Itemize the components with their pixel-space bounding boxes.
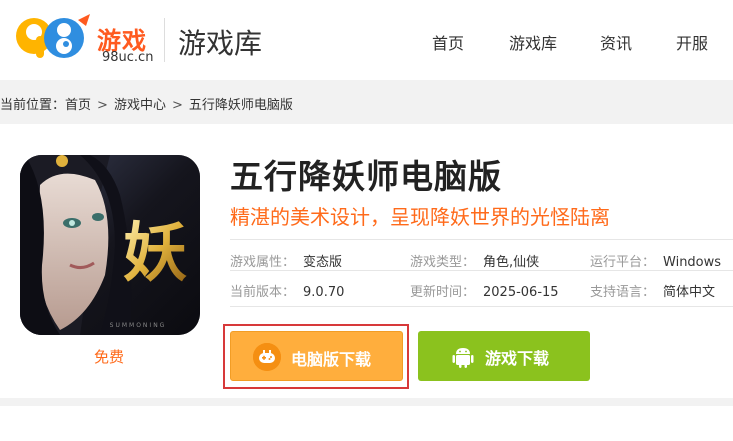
breadcrumb-separator: > bbox=[171, 98, 183, 113]
game-title: 五行降妖师电脑版 bbox=[230, 157, 502, 196]
breadcrumb-game-center[interactable]: 游戏中心 bbox=[114, 98, 166, 113]
game-icon: 妖 SUMMONING bbox=[20, 155, 200, 335]
next-section bbox=[0, 406, 733, 441]
meta-value: 9.0.70 bbox=[303, 285, 345, 300]
meta-value: 2025-06-15 bbox=[483, 285, 559, 300]
meta-key: 运行平台： bbox=[590, 255, 656, 270]
meta-version: 当前版本： 9.0.70 bbox=[230, 281, 344, 300]
breadcrumb-home[interactable]: 首页 bbox=[65, 98, 91, 113]
game-download-label: 游戏下载 bbox=[485, 349, 550, 368]
meta-key: 游戏类型： bbox=[410, 255, 476, 270]
meta-platform: 运行平台： Windows bbox=[590, 251, 721, 270]
android-icon bbox=[449, 342, 477, 370]
breadcrumb-prefix: 当前位置： bbox=[0, 98, 66, 113]
nav-news[interactable]: 资讯 bbox=[600, 30, 632, 54]
meta-genre: 游戏类型： 角色,仙侠 bbox=[410, 251, 539, 270]
meta-divider-bottom bbox=[230, 306, 733, 307]
nav-server-open[interactable]: 开服 bbox=[676, 30, 708, 54]
price-label: 免费 bbox=[94, 348, 125, 366]
logo-divider bbox=[164, 18, 165, 62]
meta-divider-top bbox=[230, 239, 733, 240]
site-logo[interactable]: 游戏 98uc.cn bbox=[12, 6, 154, 68]
breadcrumb-current: 五行降妖师电脑版 bbox=[188, 98, 293, 113]
game-slogan: 精湛的美术设计，呈现降妖世界的光怪陆离 bbox=[230, 205, 610, 229]
section-title: 游戏库 bbox=[178, 27, 263, 60]
meta-language: 支持语言： 简体中文 bbox=[590, 281, 715, 300]
selection-highlight bbox=[223, 324, 409, 389]
nav-home[interactable]: 首页 bbox=[432, 30, 464, 54]
breadcrumb: 当前位置：首页 > 游戏中心 > 五行降妖师电脑版 bbox=[0, 94, 293, 113]
meta-key: 游戏属性： bbox=[230, 255, 296, 270]
meta-value: Windows bbox=[663, 255, 722, 270]
meta-divider-middle bbox=[230, 270, 733, 271]
game-artwork: 妖 SUMMONING bbox=[20, 155, 200, 335]
meta-key: 支持语言： bbox=[590, 285, 656, 300]
meta-value: 简体中文 bbox=[663, 285, 716, 300]
breadcrumb-separator: > bbox=[97, 98, 108, 113]
artwork-caption: SUMMONING bbox=[110, 322, 167, 329]
meta-value: 角色,仙侠 bbox=[483, 255, 540, 270]
meta-value: 变态版 bbox=[303, 255, 343, 270]
logo-domain: 98uc.cn bbox=[102, 50, 154, 65]
meta-update-time: 更新时间： 2025-06-15 bbox=[410, 281, 559, 300]
meta-attribute: 游戏属性： 变态版 bbox=[230, 251, 342, 270]
game-download-button[interactable]: 游戏下载 bbox=[418, 331, 590, 381]
logo-98-icon bbox=[16, 14, 90, 58]
meta-key: 更新时间： bbox=[410, 285, 476, 300]
artwork-character: 妖 bbox=[123, 216, 187, 291]
meta-key: 当前版本： bbox=[230, 285, 296, 300]
site-header: 游戏 98uc.cn 游戏库 首页 游戏库 资讯 开服 bbox=[0, 0, 733, 80]
nav-game-library[interactable]: 游戏库 bbox=[509, 30, 557, 54]
